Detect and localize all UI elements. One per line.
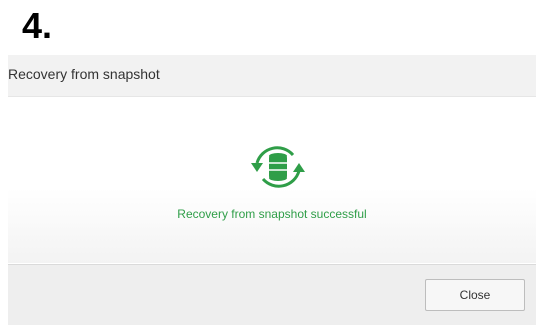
dialog-title: Recovery from snapshot — [8, 66, 160, 82]
dialog-body: Recovery from snapshot successful — [8, 97, 536, 263]
recovery-dialog: Recovery from snapshot Recovery from sna… — [8, 55, 536, 325]
close-button[interactable]: Close — [425, 279, 525, 311]
dialog-header: Recovery from snapshot — [8, 55, 536, 97]
dialog-footer: Close — [8, 264, 536, 325]
step-number: 4. — [22, 5, 53, 46]
database-sync-icon — [251, 146, 305, 188]
status-message: Recovery from snapshot successful — [177, 207, 367, 221]
